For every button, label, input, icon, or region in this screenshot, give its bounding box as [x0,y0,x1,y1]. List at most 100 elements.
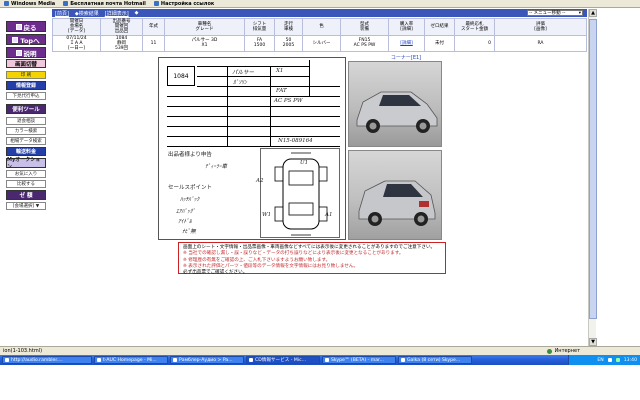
sheet-handwriting: ﾅﾋﾞ無 [182,229,196,235]
sheet-section-label: 出品者様より申告 [168,152,212,158]
ie-icon [249,358,253,362]
damage-mark: U1 [300,160,309,166]
help-button[interactable]: 説明 [6,47,46,58]
system-tray: EN 13:40 [568,355,640,365]
tools-button[interactable]: 便利ツール [6,104,46,114]
scroll-down-arrow-icon[interactable]: ▼ [589,338,597,346]
language-indicator[interactable]: EN [597,358,603,363]
shipping-fee-button[interactable]: 輸送料金 [6,147,46,156]
link-windows-media[interactable]: Windows Media [4,1,55,7]
withdraw-button[interactable]: 退会相談 [6,117,46,125]
sheet-grid-line [309,60,310,96]
internet-zone-label: Интернет [554,348,580,354]
skype-icon [401,358,405,362]
home-icon [12,36,19,43]
ie-icon [97,358,101,362]
sheet-handwriting: FAT [276,88,287,94]
sidebar: 戻る Topへ 説明 画面切替 印 刷 情報登録 下見代行申込 便利ツール 退会… [0,9,50,346]
tray-app-icon[interactable] [607,358,612,362]
link-customize[interactable]: Настройка ссылок [153,1,214,7]
inspection-request-button[interactable]: 下見代行申込 [6,92,46,100]
skype-icon [325,358,329,362]
back-button[interactable]: 戻る [6,21,46,32]
scroll-up-arrow-icon[interactable]: ▲ [589,9,597,17]
cell-color: シルバー [302,34,341,53]
my-auction-button[interactable]: Myオークション [6,157,46,170]
venue-select[interactable]: [会場選択] ▼ [6,202,46,210]
cell-year: 11 [142,34,165,53]
vertical-scrollbar[interactable]: ▲ ▼ [588,9,597,346]
damage-mark: W1 [262,212,272,218]
help-icon [15,49,22,56]
sheet-grid-line [167,126,340,127]
col-header-year: 年式 [142,18,165,36]
col-header-rating: 評価 [画像] [494,18,587,36]
detail-view-link[interactable]: [詳細表示] [105,10,129,17]
media-icon [4,1,9,6]
sheet-grid-line [197,86,340,87]
search-results-label: ◆検索結果 [74,10,99,17]
chevron-down-icon: ▾ [578,10,581,16]
menu-navigation-select[interactable]: -- メニュー移動 -- ▾ [527,10,583,16]
cell-shift: FA 1500 [244,34,275,53]
prev-page-link[interactable]: [前頁] [55,10,69,17]
sheet-lot-number: 1084 [167,66,195,86]
status-zone: Интернет [546,348,580,354]
car-photo-front[interactable] [348,61,442,147]
taskbar-item-tauc[interactable]: t-AUC Homepage - Mi... [94,356,168,364]
car-photo-rear[interactable] [348,150,442,240]
notice-line: 必ず出品票でご確認ください。 [183,270,248,276]
col-header-mileage: 走行 車検 [274,18,303,36]
taskbar-item-cd-service[interactable]: CD情報サービス - Mic... [246,356,320,364]
links-toolbar: Windows Media Бесплатная почта Hotmail Н… [0,0,640,8]
taskbar-item-rambler-audio[interactable]: http://audio.rambler.... [2,356,92,364]
color-search-button[interactable]: カラー検索 [6,127,46,135]
scroll-thumb[interactable] [589,19,597,319]
results-header-bar: [前頁] ◆検索結果 [詳細表示] ◆ -- メニュー移動 -- ▾ [52,9,587,17]
taskbar-item-skype-galka[interactable]: Galka (8 сети) Skype... [398,356,472,364]
taskbar-item-rambler-pa[interactable]: Рамблер-Аудио > Pa... [170,356,244,364]
ie-icon [173,358,177,362]
sheet-grid-line [167,136,340,137]
link-hotmail[interactable]: Бесплатная почта Hotmail [63,1,146,7]
top-button[interactable]: Topへ [6,34,46,45]
damage-mark: A1 [325,212,333,218]
view-toggle-button[interactable]: 画面切替 [6,59,46,68]
ie-icon [63,1,69,6]
sheet-grid-line [167,116,340,117]
clock: 13:40 [623,357,637,363]
table-header-row: 開催日 会場名 [データ] 出品番号 開催回 出品回 年式 車種名 グレード シ… [52,18,587,36]
sheet-grid-line [270,66,271,146]
cell-model: パルサー 3D X1 [164,34,245,53]
diamond-icon: ◆ [134,10,139,16]
ie-icon [5,358,9,362]
print-button[interactable]: 印 刷 [6,71,46,79]
sheet-grid-line [167,96,340,97]
tax-button[interactable]: ゼ 額 [6,190,46,200]
status-bar: ion(1-103.html) Интернет [0,346,640,355]
car-front-image [356,91,438,133]
col-header-type: 型式 装備 [340,18,389,36]
cell-rate[interactable]: [詳細] [388,34,425,53]
cell-mileage: 50 2005 [274,34,303,53]
rate-detail-link[interactable]: [詳細] [400,41,413,46]
sheet-grid-line [197,66,309,67]
taskbar-item-skype-beta[interactable]: Skype™ (BETA) - mar... [322,356,396,364]
sheet-grid-line [197,76,309,77]
sheet-handwriting: ｴｱﾊﾞｯｸﾞ [176,209,196,215]
status-text: ion(1-103.html) [3,348,43,354]
col-header-bid: 最終応札 スタート金額 [454,18,495,36]
taskbar: http://audio.rambler.... t-AUC Homepage … [0,355,640,365]
table-row[interactable]: 07/11/24 ＩＡＡ [一日一] 1084 静岡 539回 11 パルサー … [52,34,587,53]
ie-icon [153,1,159,6]
lot-table: 開催日 会場名 [データ] 出品番号 開催回 出品回 年式 車種名 グレード シ… [52,18,587,53]
sheet-handwriting: パルサー [232,70,255,76]
cell-type: FN15 AC PS PW [340,34,389,53]
register-button[interactable]: 情報登録 [6,81,46,90]
tray-app-icon[interactable] [615,358,620,362]
price-search-button[interactable]: 相場データ検索 [6,137,46,145]
sheet-grid-line [167,146,340,147]
favorites-button[interactable]: お気に入り [6,170,46,178]
col-header-zero: ゼロ結果 [424,18,455,36]
compare-button[interactable]: 比較する [6,180,46,188]
